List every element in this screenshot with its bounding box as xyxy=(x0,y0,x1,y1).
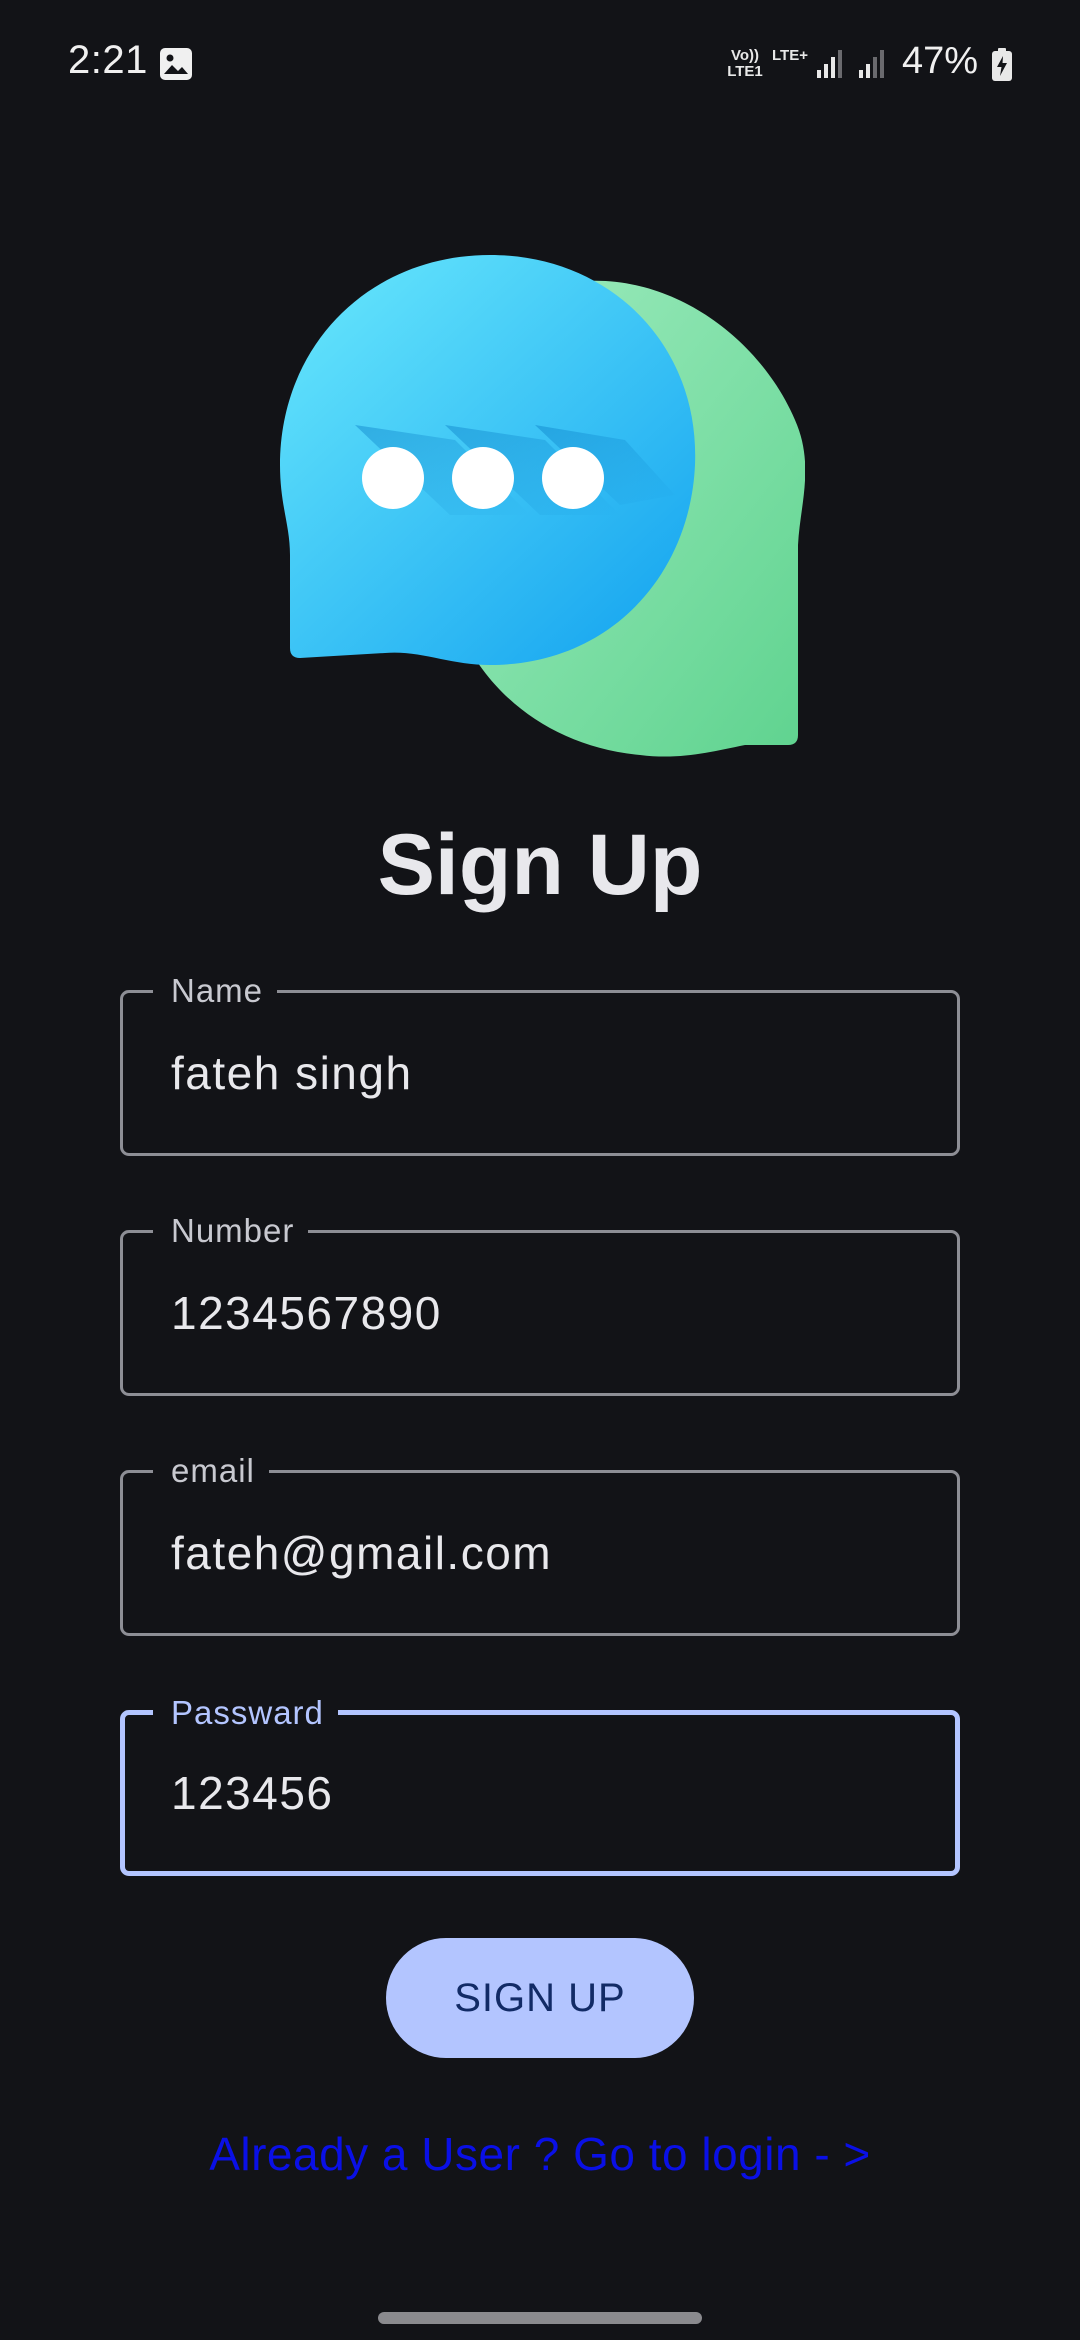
volte-label: Vo)) LTE1 xyxy=(727,47,763,80)
password-field-label: Passward xyxy=(153,1693,338,1733)
name-input[interactable]: fateh singh xyxy=(171,1045,911,1101)
gallery-icon xyxy=(159,47,193,81)
home-indicator[interactable] xyxy=(378,2312,702,2324)
status-bar: 2:21 Vo)) LTE1 LTE+ 47% xyxy=(0,0,1080,130)
email-input[interactable]: fateh@gmail.com xyxy=(171,1525,911,1581)
go-to-login-link[interactable]: Already a User ? Go to login - > xyxy=(0,2124,1080,2184)
chat-bubbles-icon xyxy=(280,255,806,760)
battery-charging-icon xyxy=(991,48,1013,82)
number-field[interactable]: Number 1234567890 xyxy=(120,1211,960,1396)
signal-icon xyxy=(857,48,889,80)
email-field-label: email xyxy=(153,1451,269,1491)
lte-label: LTE+ xyxy=(772,47,808,64)
signup-button[interactable]: SIGN UP xyxy=(386,1938,694,2058)
name-field-label: Name xyxy=(153,971,278,1011)
email-field[interactable]: email fateh@gmail.com xyxy=(120,1451,960,1636)
password-field[interactable]: Passward 123456 xyxy=(120,1693,960,1876)
status-time: 2:21 xyxy=(68,38,148,82)
password-input[interactable]: 123456 xyxy=(171,1765,911,1821)
number-input[interactable]: 1234567890 xyxy=(171,1285,911,1341)
name-field[interactable]: Name fateh singh xyxy=(120,971,960,1156)
signal-icon xyxy=(815,48,847,80)
battery-percent: 47% xyxy=(902,40,979,82)
page-title: Sign Up xyxy=(377,817,703,913)
number-field-label: Number xyxy=(153,1211,309,1251)
